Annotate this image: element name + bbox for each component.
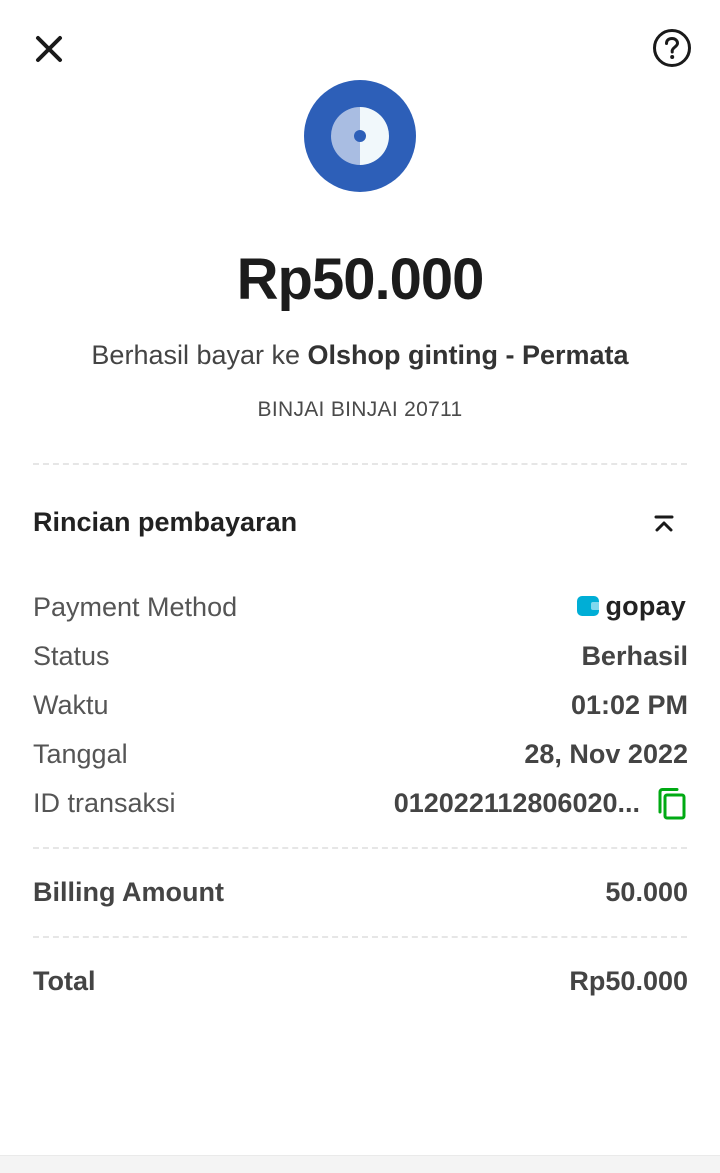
transaction-id-label: ID transaksi — [33, 788, 176, 818]
transaction-id-value: 012022112806020... — [393, 788, 640, 818]
copy-icon — [658, 788, 686, 820]
recipient-prefix: Berhasil bayar ke — [91, 340, 308, 370]
date-value: 28, Nov 2022 — [524, 739, 688, 769]
help-button[interactable] — [652, 28, 692, 68]
merchant-logo — [304, 80, 416, 192]
status-label: Status — [33, 641, 110, 671]
merchant-address: BINJAI BINJAI 20711 — [257, 398, 463, 421]
chevron-up-double-icon — [654, 515, 674, 532]
question-circle-icon — [653, 29, 691, 67]
payment-recipient-line: Berhasil bayar ke Olshop ginting - Perma… — [0, 340, 720, 371]
divider — [33, 936, 687, 938]
total-label: Total — [33, 966, 96, 996]
status-value: Berhasil — [581, 641, 688, 671]
close-icon — [36, 36, 62, 62]
bottom-bar — [0, 1155, 720, 1173]
merchant-name: Olshop ginting - Permata — [307, 340, 629, 370]
divider — [33, 463, 687, 465]
copy-transaction-id-button[interactable] — [656, 786, 688, 822]
billing-amount-value: 50.000 — [605, 877, 688, 907]
payment-method-label: Payment Method — [33, 592, 238, 622]
date-label: Tanggal — [33, 739, 128, 769]
time-label: Waktu — [33, 690, 109, 720]
total-value: Rp50.000 — [569, 966, 688, 996]
gopay-logo: gopay — [577, 590, 686, 622]
payment-method-value: gopay — [605, 590, 686, 621]
time-value: 01:02 PM — [570, 690, 688, 720]
payment-amount: Rp50.000 — [236, 247, 485, 312]
billing-amount-label: Billing Amount — [33, 877, 224, 907]
close-button[interactable] — [30, 30, 68, 68]
divider — [33, 847, 687, 849]
wallet-icon — [577, 596, 600, 616]
collapse-details-button[interactable] — [650, 510, 678, 538]
details-section-title: Rincian pembayaran — [33, 507, 298, 537]
merchant-disc-logo-icon — [304, 80, 416, 192]
